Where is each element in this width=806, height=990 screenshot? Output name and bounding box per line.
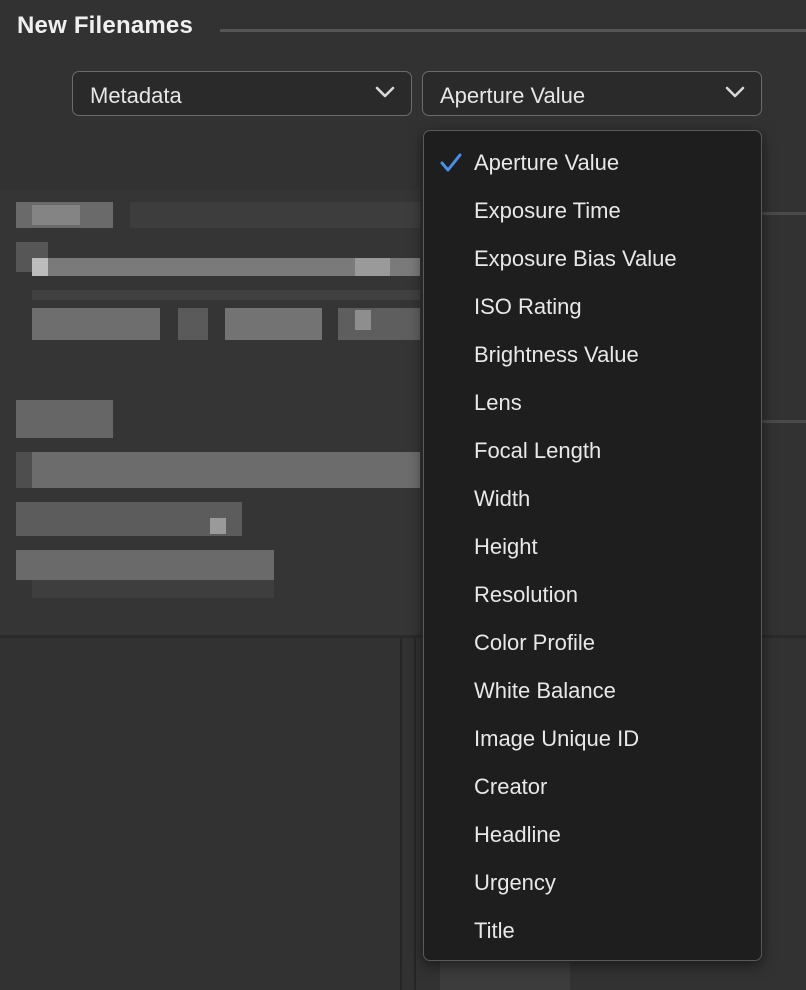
menu-item-label: Width xyxy=(474,486,531,511)
obscured-block xyxy=(210,518,226,534)
obscured-block xyxy=(32,290,420,300)
metadata-field-select-value: Aperture Value xyxy=(440,83,586,108)
menu-item-color-profile[interactable]: Color Profile xyxy=(424,619,761,667)
menu-item-label: Resolution xyxy=(474,582,578,607)
menu-item-label: Lens xyxy=(474,390,522,415)
obscured-block xyxy=(16,400,113,438)
chevron-down-icon xyxy=(725,86,745,98)
obscured-block xyxy=(32,258,48,276)
menu-item-height[interactable]: Height xyxy=(424,523,761,571)
obscured-block xyxy=(440,960,570,990)
divider xyxy=(760,420,806,423)
menu-item-resolution[interactable]: Resolution xyxy=(424,571,761,619)
obscured-block xyxy=(16,550,274,580)
menu-item-label: Image Unique ID xyxy=(474,726,640,751)
obscured-block xyxy=(178,308,208,340)
menu-item-label: ISO Rating xyxy=(474,294,582,319)
obscured-block xyxy=(225,308,322,340)
obscured-block xyxy=(16,452,32,488)
menu-item-iso-rating[interactable]: ISO Rating xyxy=(424,283,761,331)
menu-item-creator[interactable]: Creator xyxy=(424,763,761,811)
menu-item-exposure-time[interactable]: Exposure Time xyxy=(424,187,761,235)
menu-item-lens[interactable]: Lens xyxy=(424,379,761,427)
metadata-field-dropdown-menu: Aperture Value Exposure Time Exposure Bias… xyxy=(423,130,762,961)
header-divider xyxy=(220,29,806,32)
obscured-block xyxy=(130,202,420,228)
menu-item-label: Brightness Value xyxy=(474,342,639,367)
chevron-down-icon xyxy=(375,86,395,98)
obscured-block xyxy=(355,310,371,330)
menu-item-white-balance[interactable]: White Balance xyxy=(424,667,761,715)
menu-item-width[interactable]: Width xyxy=(424,475,761,523)
metadata-field-select[interactable]: Aperture Value xyxy=(422,71,762,116)
metadata-type-select[interactable]: Metadata xyxy=(72,71,412,116)
menu-item-label: Focal Length xyxy=(474,438,602,463)
menu-item-urgency[interactable]: Urgency xyxy=(424,859,761,907)
obscured-block xyxy=(32,308,160,340)
obscured-block xyxy=(355,258,390,276)
divider xyxy=(760,212,806,215)
menu-item-label: Height xyxy=(474,534,538,559)
obscured-block xyxy=(32,580,274,598)
menu-item-exposure-bias-value[interactable]: Exposure Bias Value xyxy=(424,235,761,283)
menu-item-label: Exposure Time xyxy=(474,198,621,223)
section-header: New Filenames xyxy=(0,0,806,62)
divider xyxy=(400,635,402,990)
checkmark-icon xyxy=(440,153,462,172)
metadata-type-select-value: Metadata xyxy=(90,83,182,108)
menu-item-label: Exposure Bias Value xyxy=(474,246,677,271)
menu-item-image-unique-id[interactable]: Image Unique ID xyxy=(424,715,761,763)
menu-item-headline[interactable]: Headline xyxy=(424,811,761,859)
divider xyxy=(414,635,416,990)
menu-item-label: Color Profile xyxy=(474,630,596,655)
obscured-block xyxy=(16,502,242,536)
menu-item-title[interactable]: Title xyxy=(424,907,761,955)
obscured-block xyxy=(32,205,80,225)
menu-item-label: White Balance xyxy=(474,678,616,703)
menu-item-focal-length[interactable]: Focal Length xyxy=(424,427,761,475)
obscured-block xyxy=(16,452,420,488)
menu-item-label: Creator xyxy=(474,774,548,799)
obscured-block xyxy=(338,308,420,340)
menu-item-aperture-value[interactable]: Aperture Value xyxy=(424,139,761,187)
menu-item-label: Urgency xyxy=(474,870,556,895)
menu-item-label: Title xyxy=(474,918,515,943)
section-title: New Filenames xyxy=(17,12,194,39)
menu-item-label: Headline xyxy=(474,822,561,847)
menu-item-brightness-value[interactable]: Brightness Value xyxy=(424,331,761,379)
menu-item-label: Aperture Value xyxy=(474,150,620,175)
